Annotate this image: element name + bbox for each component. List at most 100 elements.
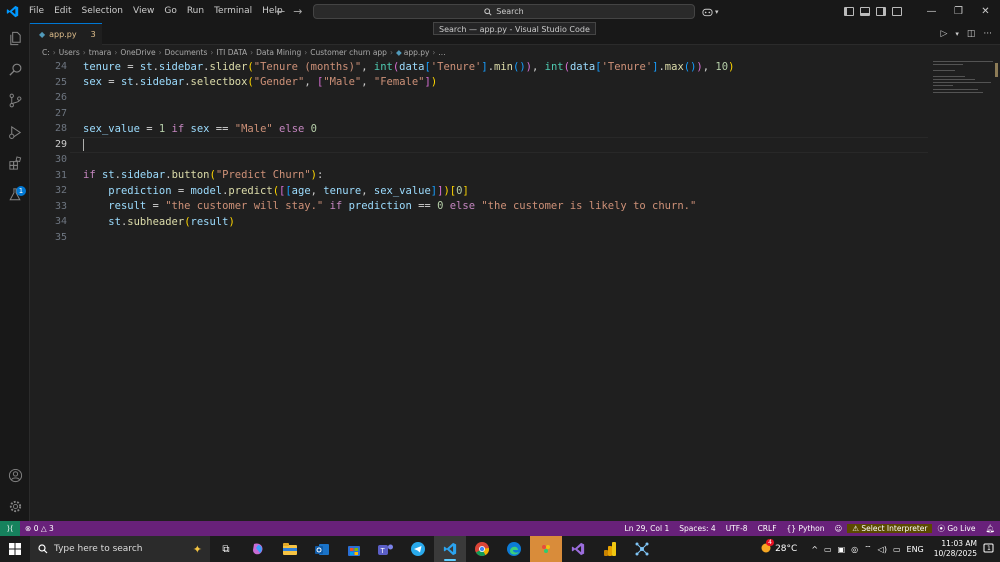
menu-selection[interactable]: Selection [77,0,128,23]
display-icon[interactable]: ▣ [838,545,846,554]
breadcrumb-item[interactable]: ITI DATA [216,48,247,57]
code-line: 27 [30,106,930,122]
more-actions-icon[interactable]: ··· [983,29,992,39]
copilot-status-icon[interactable]: ☺ [829,524,847,533]
source-control-icon[interactable] [7,92,23,108]
toggle-primary-sidebar-icon[interactable] [844,7,854,16]
end-of-line[interactable]: CRLF [753,524,782,533]
minimize-icon[interactable]: — [918,6,945,17]
extensions-icon[interactable] [7,155,23,171]
chrome-icon[interactable] [466,536,498,562]
back-arrow-icon[interactable]: ← [276,5,285,18]
taskbar-search-box[interactable]: Type here to search ✦ [30,536,210,562]
line-number: 30 [54,154,67,166]
indentation[interactable]: Spaces: 4 [674,524,720,533]
testing-flask-icon[interactable] [7,186,23,202]
select-interpreter-button[interactable]: ⚠ Select Interpreter [847,524,933,533]
line-code: sex = st.sidebar.selectbox("Gender", ["M… [83,76,438,89]
copilot-app-icon[interactable] [242,536,274,562]
breadcrumb-item[interactable]: Data Mining [256,48,301,57]
line-number: 35 [54,231,67,243]
account-icon[interactable] [7,467,23,483]
toggle-panel-icon[interactable] [860,7,870,16]
breadcrumb-item[interactable]: C: [42,48,50,57]
paint-app-icon[interactable] [530,536,562,562]
menu-run[interactable]: Run [182,0,209,23]
restore-icon[interactable]: ❐ [945,6,972,17]
scrollbar-problem-marker [995,63,998,77]
code-line: 35 [30,230,930,246]
battery-icon[interactable]: ▭ [893,545,901,554]
language-mode[interactable]: {} Python [782,524,830,533]
breadcrumb-item[interactable]: Documents [165,48,208,57]
breadcrumb-item[interactable]: OneDrive [120,48,155,57]
network-drive-icon[interactable]: ▭ [824,545,832,554]
breadcrumb-item[interactable]: Users [59,48,80,57]
copilot-button[interactable]: ▾ [702,0,719,23]
temperature[interactable]: 28°C [775,544,797,554]
menu-file[interactable]: File [24,0,49,23]
notifications-bell-icon[interactable]: 🔔︎ [980,524,1000,533]
tab-app-py[interactable]: ◆ app.py 3 [30,23,102,45]
settings-gear-icon[interactable] [7,498,23,514]
breadcrumb-item[interactable]: tmara [89,48,112,57]
menu-view[interactable]: View [128,0,159,23]
explorer-icon[interactable] [7,30,23,46]
problems-indicator[interactable]: ⊗ 0 △ 3 [20,524,59,533]
close-icon[interactable]: ✕ [972,6,999,17]
search-tooltip: Search — app.py - Visual Studio Code [433,22,596,35]
breadcrumb-item[interactable]: ... [438,48,445,57]
edge-icon[interactable] [498,536,530,562]
webcam-icon[interactable]: ◎ [851,545,858,554]
line-number: 33 [54,200,67,212]
start-windows-icon[interactable] [0,536,30,562]
line-number: 26 [54,92,67,104]
minimap[interactable] [930,59,1000,119]
teams-icon[interactable]: T [370,536,402,562]
activity-bar: 1 [0,23,30,521]
split-editor-icon[interactable]: ◫ [967,29,976,39]
run-python-file-icon[interactable]: ▷ [940,29,947,39]
breadcrumb-item[interactable]: app.py [404,48,430,57]
task-view-icon[interactable]: ⧉ [210,536,242,562]
input-language[interactable]: ENG [907,545,924,554]
store-icon[interactable] [338,536,370,562]
network-app-icon[interactable] [626,536,658,562]
wifi-icon[interactable]: ⌔ [864,544,872,554]
customize-layout-icon[interactable] [892,7,902,16]
encoding[interactable]: UTF-8 [721,524,753,533]
menu-edit[interactable]: Edit [49,0,76,23]
telegram-icon[interactable] [402,536,434,562]
code-editor[interactable]: 24 tenure = st.sidebar.slider("Tenure (m… [30,59,1000,521]
code-line: 30 [30,152,930,168]
show-hidden-icons-chevron-icon[interactable]: ^ [811,545,818,554]
clock[interactable]: 11:03 AM 10/28/2025 [928,539,983,559]
windows-taskbar: Type here to search ✦ ⧉ T 4 28°C ^ ▭ ▣ ◎… [0,536,1000,562]
code-line: 33 result = "the customer will stay." if… [30,199,930,215]
file-explorer-icon[interactable] [274,536,306,562]
visual-studio-icon[interactable] [562,536,594,562]
breadcrumb: C: › Users › tmara › OneDrive › Documents › I… [30,45,1000,59]
run-dropdown-chevron-icon[interactable]: ▾ [955,30,959,38]
notification-center-icon[interactable]: 1 [983,543,994,556]
breadcrumb-item[interactable]: Customer churn app [310,48,387,57]
run-debug-icon[interactable] [7,124,23,140]
python-file-icon: ◆ [395,47,402,57]
weather-icon[interactable]: 4 [760,539,774,556]
forward-arrow-icon[interactable]: → [293,5,302,18]
line-number: 25 [54,76,67,88]
vscode-taskbar-icon[interactable] [434,536,466,562]
line-number: 31 [54,169,67,181]
outlook-icon[interactable] [306,536,338,562]
code-line: 32 prediction = model.predict([[age, ten… [30,183,930,199]
remote-window-icon[interactable]: ⟩⟨ [0,521,20,536]
cursor-position[interactable]: Ln 29, Col 1 [620,524,675,533]
command-center-search[interactable]: Search [313,4,695,19]
power-bi-icon[interactable] [594,536,626,562]
toggle-secondary-sidebar-icon[interactable] [876,7,886,16]
volume-icon[interactable]: ◁) [878,545,887,554]
search-view-icon[interactable] [7,61,23,77]
menu-go[interactable]: Go [159,0,181,23]
go-live-button[interactable]: ⦿ Go Live [932,523,980,534]
menu-terminal[interactable]: Terminal [209,0,257,23]
